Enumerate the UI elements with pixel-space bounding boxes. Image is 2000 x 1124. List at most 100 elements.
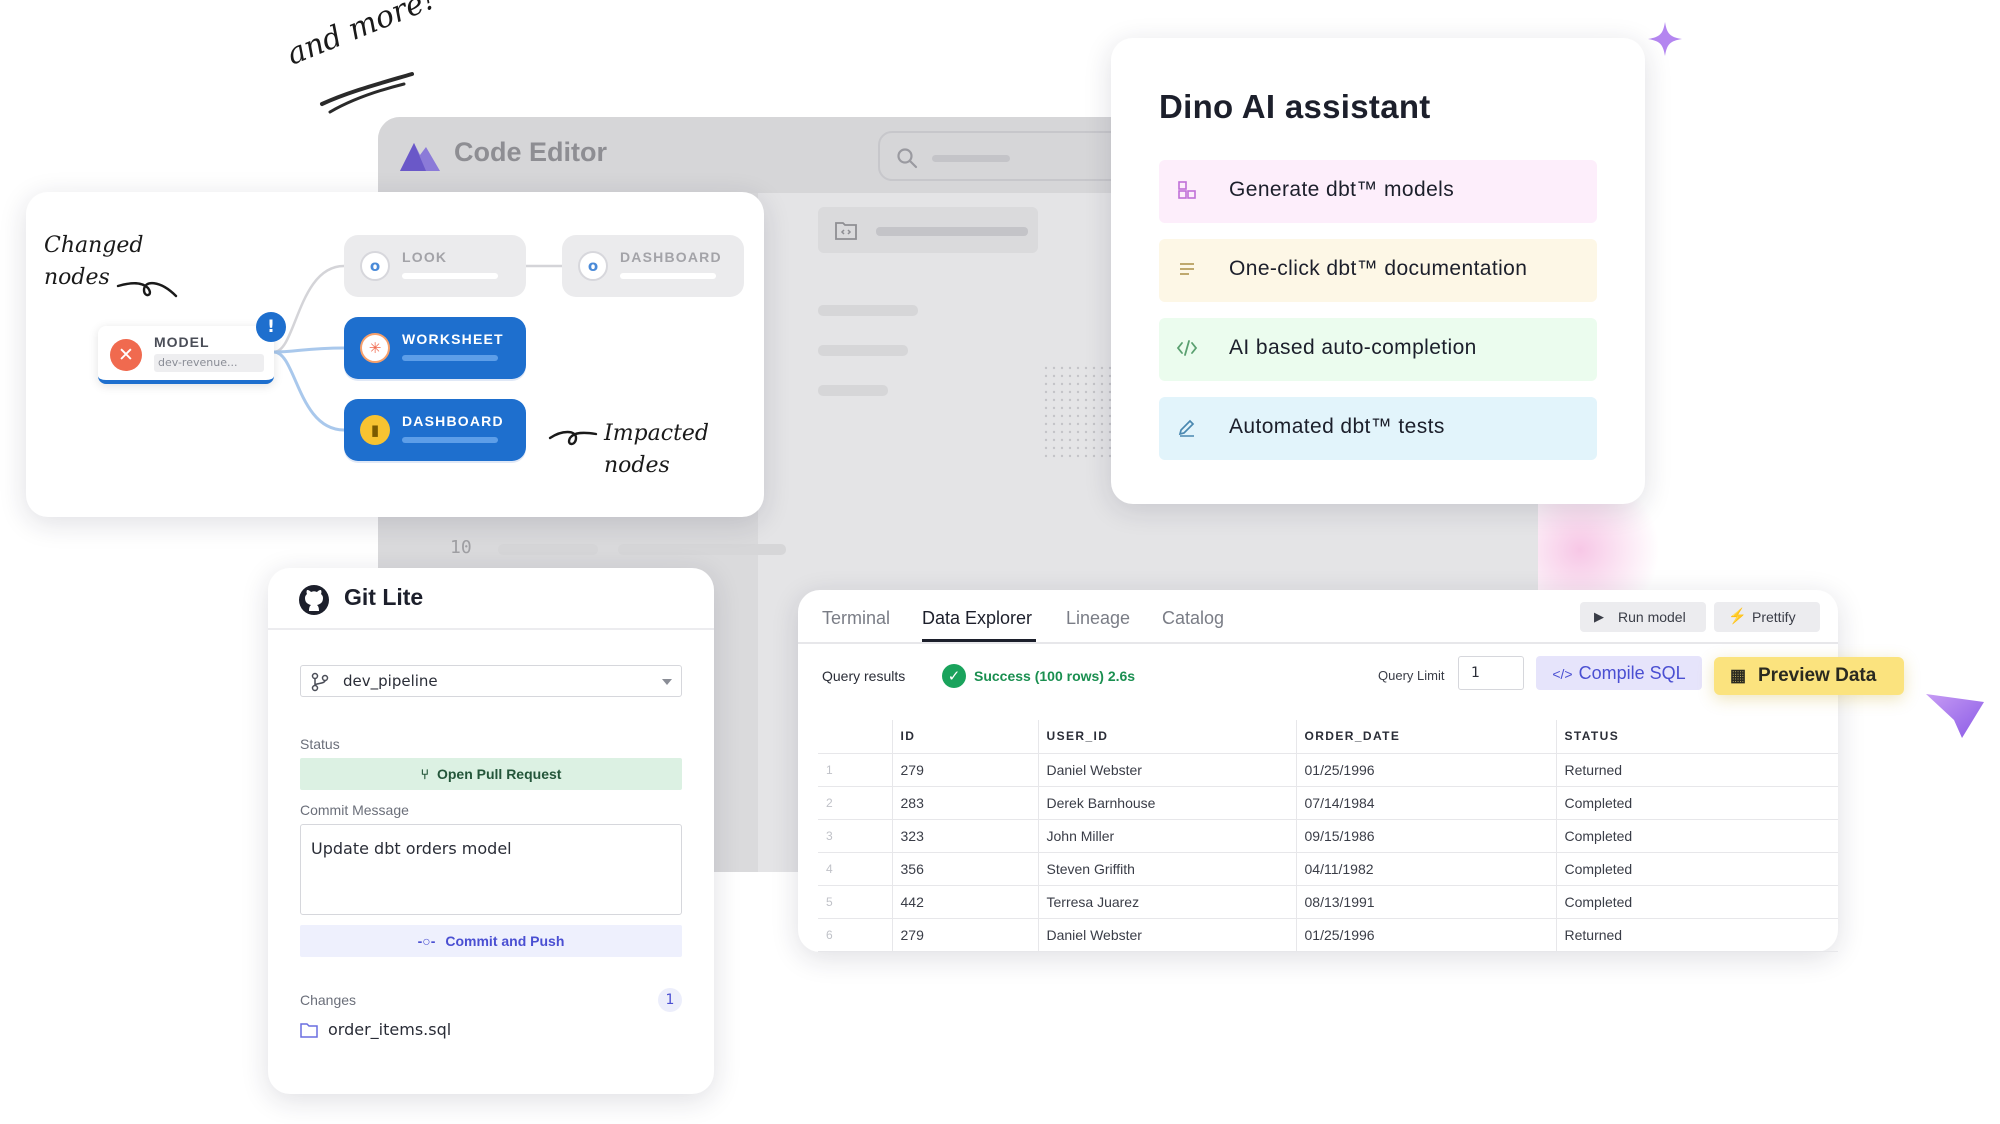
column-header[interactable]: STATUS [1555, 720, 1838, 754]
table-cell: 279 [891, 753, 1038, 787]
ai-item-documentation[interactable]: One-click dbt™ documentation [1159, 239, 1597, 302]
dbt-icon: ✕ [110, 339, 142, 371]
table-row[interactable]: 6 279 Daniel Webster 01/25/1996 Returned [818, 918, 1838, 952]
models-icon [1175, 180, 1199, 204]
table-cell: Returned [1555, 753, 1838, 787]
commit-message-field[interactable]: Update dbt orders model [300, 824, 682, 915]
dot-grid-decoration [1044, 366, 1114, 460]
commit-message-value: Update dbt orders model [311, 839, 512, 858]
table-row[interactable]: 4 356 Steven Griffith 04/11/1982 Complet… [818, 852, 1838, 886]
model-node[interactable]: ✕ MODEL dev-revenue... [98, 326, 274, 384]
tab-data-explorer[interactable]: Data Explorer [922, 608, 1032, 629]
open-pull-request-button[interactable]: ⑂ Open Pull Request [300, 758, 682, 790]
table-row[interactable]: 3 323 John Miller 09/15/1986 Completed [818, 819, 1838, 853]
lineage-node-dashboard-impacted[interactable]: ▮ DASHBOARD [344, 399, 526, 461]
alert-badge: ! [256, 312, 286, 342]
changed-file[interactable]: order_items.sql [328, 1020, 451, 1039]
column-header [818, 720, 892, 754]
node-bar [402, 437, 498, 443]
row-number: 6 [818, 918, 892, 952]
ai-card-title: Dino AI assistant [1159, 88, 1431, 125]
row-number: 4 [818, 852, 892, 886]
column-header[interactable]: ID [891, 720, 1038, 754]
code-line [818, 305, 918, 316]
table-header-row: ID USER_ID ORDER_DATE STATUS [818, 720, 1838, 754]
check-icon: ✓ [942, 664, 966, 688]
ai-item-generate-models[interactable]: Generate dbt™ models [1159, 160, 1597, 223]
query-limit-label: Query Limit [1378, 668, 1445, 683]
tableau-icon: ✳ [360, 333, 390, 363]
table-cell: 323 [891, 819, 1038, 853]
branch-select[interactable]: dev_pipeline [300, 665, 682, 697]
run-model-button[interactable]: ▶ Run model [1580, 602, 1706, 632]
tab-catalog[interactable]: Catalog [1162, 608, 1224, 629]
open-pull-request-label: Open Pull Request [436, 766, 562, 782]
table-cell: 07/14/1984 [1295, 786, 1556, 820]
ai-assistant-card: Dino AI assistant Generate dbt™ models O… [1111, 38, 1645, 504]
row-number: 2 [818, 786, 892, 820]
model-node-sub: dev-revenue... [154, 354, 264, 372]
query-success-status: Success (100 rows) 2.6s [974, 668, 1136, 684]
changes-count-badge: 1 [658, 988, 682, 1012]
lineage-node-worksheet[interactable]: ✳ WORKSHEET [344, 317, 526, 379]
table-cell: 442 [891, 885, 1038, 919]
lineage-node-dashboard-unchanged[interactable]: o DASHBOARD [562, 235, 744, 297]
table-cell: Daniel Webster [1037, 753, 1296, 787]
code-line [498, 544, 598, 555]
tab-terminal[interactable]: Terminal [822, 608, 890, 629]
branch-icon: ⑂ [420, 766, 429, 782]
lineage-node-look[interactable]: o LOOK [344, 235, 526, 297]
ai-item-automated-tests[interactable]: Automated dbt™ tests [1159, 397, 1597, 460]
git-card-title: Git Lite [344, 584, 424, 610]
table-cell: John Miller [1037, 819, 1296, 853]
impacted-nodes-line2: nodes [604, 453, 670, 478]
commit-and-push-label: Commit and Push [445, 933, 565, 949]
impacted-nodes-annotation: Impacted nodes [604, 418, 709, 482]
curly-arrow-icon [548, 430, 598, 446]
query-limit-input[interactable]: 1 [1458, 656, 1524, 690]
git-card-header: Git Lite [268, 568, 714, 630]
sparkle-icon [1648, 22, 1682, 56]
tab-lineage[interactable]: Lineage [1066, 608, 1130, 629]
compile-sql-label: Compile SQL [1578, 663, 1686, 683]
table-cell: Terresa Juarez [1037, 885, 1296, 919]
table-icon: ▦ [1730, 666, 1747, 685]
impacted-nodes-line1: Impacted [604, 421, 710, 446]
code-editor-file-tab[interactable] [818, 207, 1038, 253]
powerbi-icon: ▮ [360, 415, 390, 445]
table-cell: Derek Barnhouse [1037, 786, 1296, 820]
column-header[interactable]: USER_ID [1037, 720, 1296, 754]
table-cell: 283 [891, 786, 1038, 820]
table-cell: Steven Griffith [1037, 852, 1296, 886]
commit-and-push-button[interactable]: -○- Commit and Push [300, 925, 682, 957]
chevron-down-icon [662, 679, 672, 685]
node-label: DASHBOARD [402, 413, 504, 429]
folder-file-icon [300, 1023, 318, 1038]
row-number: 3 [818, 819, 892, 853]
ai-item-label: One-click dbt™ documentation [1229, 257, 1528, 280]
branch-icon [311, 672, 329, 692]
compile-sql-button[interactable]: </> Compile SQL [1536, 656, 1702, 690]
code-icon [1175, 338, 1199, 362]
and-more-annotation: and more! [282, 0, 441, 73]
curly-arrow-icon [116, 282, 178, 298]
preview-data-button[interactable]: ▦ Preview Data [1714, 657, 1904, 695]
table-row[interactable]: 5 442 Terresa Juarez 08/13/1991 Complete… [818, 885, 1838, 919]
table-row[interactable]: 2 283 Derek Barnhouse 07/14/1984 Complet… [818, 786, 1838, 820]
node-bar [402, 355, 498, 361]
ai-item-auto-completion[interactable]: AI based auto-completion [1159, 318, 1597, 381]
query-results-label: Query results [822, 668, 906, 684]
code-line [618, 544, 786, 555]
table-cell: 04/11/1982 [1295, 852, 1556, 886]
branch-value: dev_pipeline [343, 672, 438, 690]
code-line [818, 345, 908, 356]
table-cell: 01/25/1996 [1295, 753, 1556, 787]
tab-divider [798, 642, 1838, 644]
table-cell: 279 [891, 918, 1038, 952]
table-row[interactable]: 1 279 Daniel Webster 01/25/1996 Returned [818, 753, 1838, 787]
prettify-button[interactable]: ⚡ Prettify [1714, 602, 1820, 632]
column-header[interactable]: ORDER_DATE [1295, 720, 1556, 754]
looker-icon: o [578, 251, 608, 281]
code-line [818, 385, 888, 396]
bolt-icon: ⚡ [1728, 608, 1747, 625]
